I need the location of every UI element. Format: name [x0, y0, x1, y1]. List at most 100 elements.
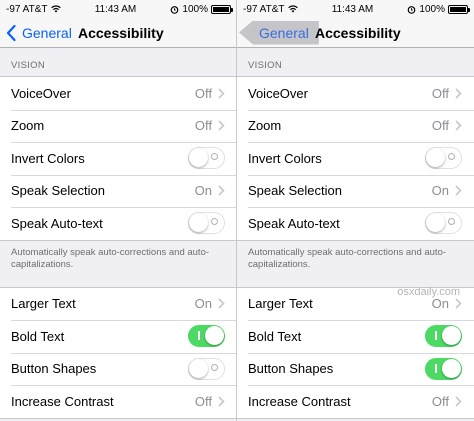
row-label: VoiceOver: [248, 85, 308, 101]
chevron-right-icon: [218, 396, 225, 407]
toggle-knob: [189, 148, 208, 168]
row-value: Off: [194, 393, 212, 409]
watermark: osxdaily.com: [397, 286, 460, 298]
button-shapes-toggle[interactable]: [188, 357, 225, 380]
row-value: Off: [431, 85, 449, 101]
increase-contrast-row[interactable]: Increase Contrast Off: [0, 385, 237, 418]
row-label: Zoom: [248, 118, 282, 134]
row-value: Off: [431, 393, 449, 409]
back-button-label: General: [22, 24, 72, 41]
comparison-screenshot: -97 AT&T 11:43 AM 100% General Accessibi…: [0, 0, 474, 421]
row-value: Off: [431, 118, 449, 134]
speak-auto-text-toggle[interactable]: [425, 212, 462, 235]
status-time: 11:43 AM: [331, 3, 374, 15]
speak-selection-row[interactable]: Speak Selection On: [237, 174, 474, 208]
section-header-vision: VISION: [11, 60, 46, 71]
alarm-icon: [171, 5, 179, 14]
invert-colors-toggle[interactable]: [188, 147, 225, 170]
row-value: On: [431, 183, 449, 199]
text-group: Larger Text On Bold Text Button Shapes I…: [0, 286, 237, 419]
speak-auto-text-row: Speak Auto-text: [0, 207, 237, 240]
back-button[interactable]: General: [239, 20, 319, 45]
back-button-label: General: [259, 24, 309, 41]
chevron-right-icon: [218, 88, 225, 99]
row-label: Increase Contrast: [11, 393, 114, 409]
battery-fill: [450, 6, 466, 12]
bold-text-toggle[interactable]: [188, 325, 225, 348]
bold-text-row: Bold Text: [237, 320, 474, 353]
row-label: Larger Text: [248, 296, 313, 312]
navigation-bar: General Accessibility: [0, 18, 237, 48]
voiceover-row[interactable]: VoiceOver Off: [237, 77, 474, 110]
bold-text-toggle[interactable]: [425, 325, 462, 348]
button-shapes-row: Button Shapes: [237, 352, 474, 386]
alarm-icon: [408, 5, 416, 14]
section-footer: Automatically speak auto-corrections and…: [11, 246, 210, 270]
speak-auto-text-toggle[interactable]: [188, 212, 225, 235]
battery-icon: [211, 4, 233, 14]
row-label: Speak Auto-text: [11, 215, 103, 231]
row-label: Bold Text: [11, 328, 65, 344]
screen-divider: [236, 0, 237, 421]
row-label: Button Shapes: [248, 361, 334, 377]
larger-text-row[interactable]: Larger Text On: [0, 288, 237, 321]
row-value: Off: [194, 85, 212, 101]
row-label: Zoom: [11, 118, 45, 134]
toggle-knob: [189, 213, 208, 233]
navigation-bar: General Accessibility: [237, 18, 474, 48]
chevron-right-icon: [455, 120, 462, 131]
toggle-knob: [426, 148, 445, 168]
chevron-right-icon: [455, 88, 462, 99]
row-label: Increase Contrast: [248, 393, 351, 409]
battery-icon: [448, 4, 470, 14]
speak-auto-text-row: Speak Auto-text: [237, 207, 474, 240]
toggle-knob: [442, 358, 461, 378]
status-bar: -97 AT&T 11:43 AM 100%: [237, 0, 474, 18]
section-header-vision: VISION: [248, 60, 283, 71]
chevron-right-icon: [218, 120, 225, 131]
toggle-knob: [426, 213, 445, 233]
zoom-row[interactable]: Zoom Off: [237, 109, 474, 143]
row-value: Off: [194, 118, 212, 134]
battery-fill: [213, 6, 229, 12]
wifi-icon: [287, 5, 298, 13]
row-label: Speak Selection: [248, 183, 342, 199]
row-value: On: [194, 183, 212, 199]
voiceover-row[interactable]: VoiceOver Off: [0, 77, 237, 110]
invert-colors-toggle[interactable]: [425, 147, 462, 170]
toggle-knob: [205, 326, 224, 346]
row-label: Bold Text: [248, 328, 302, 344]
chevron-right-icon: [455, 396, 462, 407]
battery-percent: 100%: [419, 3, 445, 15]
speak-selection-row[interactable]: Speak Selection On: [0, 174, 237, 208]
row-value: On: [431, 296, 449, 312]
row-label: Speak Auto-text: [248, 215, 340, 231]
chevron-right-icon: [218, 298, 225, 309]
row-label: Larger Text: [11, 296, 76, 312]
status-time: 11:43 AM: [94, 3, 137, 15]
toggle-knob: [189, 358, 208, 378]
row-label: VoiceOver: [11, 85, 71, 101]
row-label: Button Shapes: [11, 361, 97, 377]
section-footer: Automatically speak auto-corrections and…: [248, 246, 447, 270]
chevron-left-icon: [6, 24, 16, 41]
battery-percent: 100%: [182, 3, 208, 15]
wifi-icon: [50, 5, 61, 13]
increase-contrast-row[interactable]: Increase Contrast Off: [237, 385, 474, 418]
chevron-right-icon: [218, 185, 225, 196]
text-group: Larger Text On Bold Text Button Shapes I…: [237, 286, 474, 419]
left-screen: -97 AT&T 11:43 AM 100% General Accessibi…: [0, 0, 237, 421]
page-title: Accessibility: [78, 24, 164, 41]
row-label: Invert Colors: [11, 150, 85, 166]
carrier-label: -97 AT&T: [6, 3, 48, 15]
chevron-right-icon: [455, 298, 462, 309]
button-shapes-toggle[interactable]: [425, 357, 462, 380]
chevron-right-icon: [455, 185, 462, 196]
carrier-label: -97 AT&T: [243, 3, 285, 15]
zoom-row[interactable]: Zoom Off: [0, 109, 237, 143]
page-title: Accessibility: [315, 24, 401, 41]
row-label: Invert Colors: [248, 150, 322, 166]
invert-colors-row: Invert Colors: [0, 142, 237, 175]
back-button[interactable]: General: [0, 18, 72, 47]
status-bar: -97 AT&T 11:43 AM 100%: [0, 0, 237, 18]
